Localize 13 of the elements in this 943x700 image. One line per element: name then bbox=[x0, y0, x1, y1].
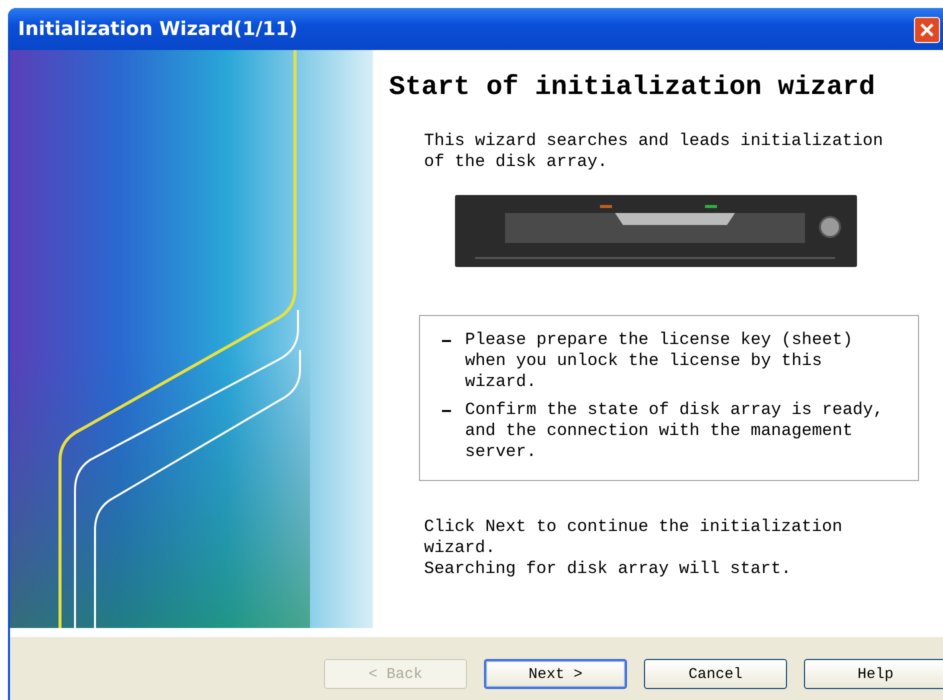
dash-bullet-icon bbox=[442, 340, 451, 342]
note-text: Confirm the state of disk array is ready, and the connection with the management server. bbox=[465, 400, 884, 462]
wizard-button[interactable]: Next > bbox=[484, 659, 627, 689]
intro-text: This wizard searches and leads initialization of the disk array. bbox=[424, 130, 884, 172]
dash-bullet-icon bbox=[442, 410, 451, 412]
wizard-button[interactable]: Help bbox=[804, 659, 943, 689]
wizard-button[interactable]: Cancel bbox=[644, 659, 787, 689]
instruction-text: Click Next to continue the initialization wizard. bbox=[424, 516, 844, 558]
wizard-heading: Start of initialization wizard bbox=[389, 72, 876, 105]
note-text: Please prepare the license key (sheet) when you unlock the license by this wizard. bbox=[465, 330, 854, 392]
instruction-text: Searching for disk array will start. bbox=[424, 558, 792, 580]
window-title: Initialization Wizard(1/11) bbox=[18, 18, 298, 40]
close-icon[interactable] bbox=[914, 17, 940, 43]
